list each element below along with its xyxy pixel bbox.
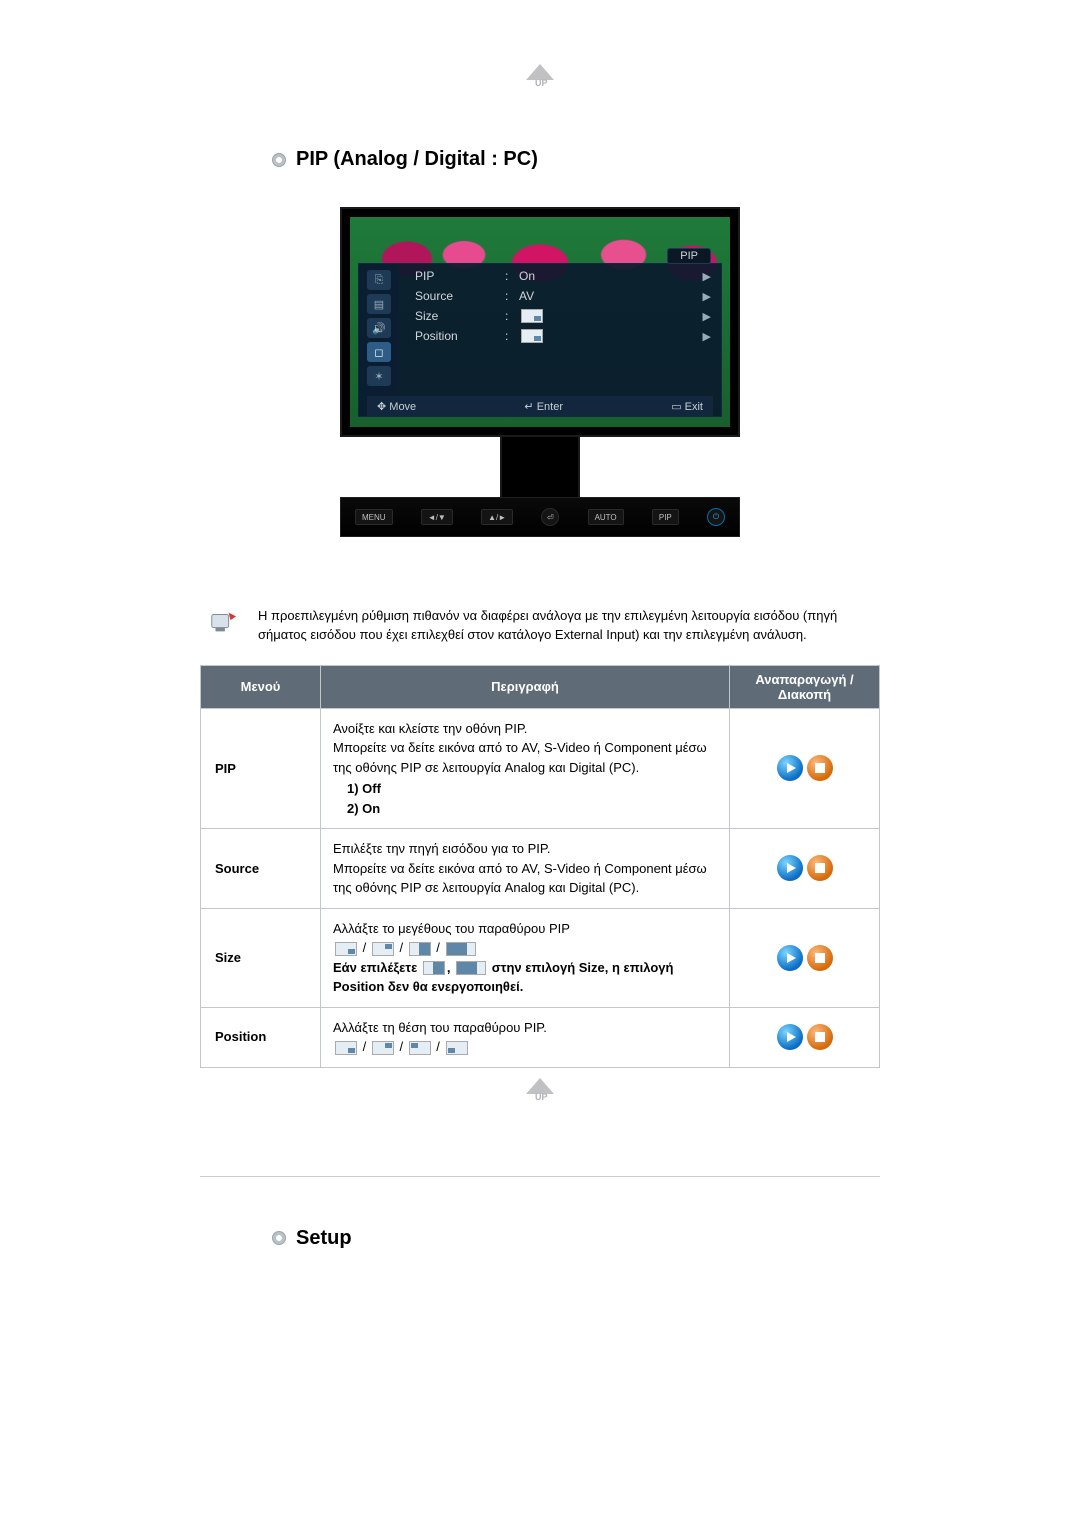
up-icon (523, 1078, 557, 1106)
up-arrow-top[interactable] (200, 64, 880, 92)
nav-button-1: ◄/▼ (421, 509, 453, 525)
osd-tab-setup-icon: ✶ (367, 366, 391, 386)
osd-tab-sound-icon: 🔊 (367, 318, 391, 338)
table-row: Position Αλλάξτε τη θέση του παραθύρου P… (201, 1007, 880, 1067)
osd-tab-input-icon: ⎘ (367, 270, 391, 290)
nav-button-2: ▲/► (481, 509, 513, 525)
stop-icon[interactable] (807, 855, 833, 881)
bullet-icon (272, 1231, 286, 1245)
row-position-desc: Αλλάξτε τη θέση του παραθύρου PIP. / / / (321, 1007, 730, 1067)
note-icon (208, 607, 238, 637)
table-row: PIP Ανοίξτε και κλείστε την οθόνη PIP. Μ… (201, 708, 880, 829)
osd-panel: ⎘ ▤ 🔊 ◻ ✶ PIP PIP:On▶ Source:AV▶ Size:▶ … (358, 263, 722, 417)
section-heading-pip: PIP (Analog / Digital : PC) (272, 148, 880, 171)
row-pip-menu: PIP (201, 708, 321, 829)
row-source-menu: Source (201, 829, 321, 909)
osd-badge: PIP (667, 248, 711, 264)
play-icon[interactable] (777, 855, 803, 881)
note-text: Η προεπιλεγμένη ρύθμιση πιθανόν να διαφέ… (258, 607, 880, 645)
power-button: ⏻ (707, 508, 725, 526)
note-row: Η προεπιλεγμένη ρύθμιση πιθανόν να διαφέ… (200, 607, 880, 645)
section-heading-setup: Setup (272, 1227, 880, 1250)
stop-icon[interactable] (807, 945, 833, 971)
up-arrow-mid[interactable] (200, 1078, 880, 1106)
monitor-button-bar: MENU ◄/▼ ▲/► ⏎ AUTO PIP ⏻ (340, 497, 740, 537)
section-title: PIP (Analog / Digital : PC) (296, 148, 538, 171)
th-play: Αναπαραγωγή / Διακοπή (730, 665, 880, 708)
table-row: Source Επιλέξτε την πηγή εισόδου για το … (201, 829, 880, 909)
th-menu: Μενού (201, 665, 321, 708)
auto-button: AUTO (588, 509, 624, 525)
monitor-illustration: ⎘ ▤ 🔊 ◻ ✶ PIP PIP:On▶ Source:AV▶ Size:▶ … (200, 207, 880, 537)
divider (200, 1176, 880, 1177)
row-pip-desc: Ανοίξτε και κλείστε την οθόνη PIP. Μπορε… (321, 708, 730, 829)
th-desc: Περιγραφή (321, 665, 730, 708)
osd-footer: ✥ Move ↵ Enter ▭ Exit (367, 396, 713, 416)
section-title: Setup (296, 1227, 352, 1250)
row-size-play[interactable] (730, 908, 880, 1007)
osd-tab-pip-icon: ◻ (367, 342, 391, 362)
bullet-icon (272, 153, 286, 167)
up-icon (523, 64, 557, 92)
row-source-play[interactable] (730, 829, 880, 909)
play-icon[interactable] (777, 945, 803, 971)
row-position-menu: Position (201, 1007, 321, 1067)
row-size-desc: Αλλάξτε το μεγέθους του παραθύρου PIP / … (321, 908, 730, 1007)
row-pip-play[interactable] (730, 708, 880, 829)
stop-icon[interactable] (807, 1024, 833, 1050)
pip-table: Μενού Περιγραφή Αναπαραγωγή / Διακοπή PI… (200, 665, 880, 1068)
menu-button: MENU (355, 509, 393, 525)
osd-tab-picture-icon: ▤ (367, 294, 391, 314)
play-icon[interactable] (777, 1024, 803, 1050)
play-icon[interactable] (777, 755, 803, 781)
row-position-play[interactable] (730, 1007, 880, 1067)
table-row: Size Αλλάξτε το μεγέθους του παραθύρου P… (201, 908, 880, 1007)
row-size-menu: Size (201, 908, 321, 1007)
row-source-desc: Επιλέξτε την πηγή εισόδου για το PIP. Μπ… (321, 829, 730, 909)
pip-button: PIP (652, 509, 679, 525)
stop-icon[interactable] (807, 755, 833, 781)
source-button: ⏎ (541, 508, 559, 526)
